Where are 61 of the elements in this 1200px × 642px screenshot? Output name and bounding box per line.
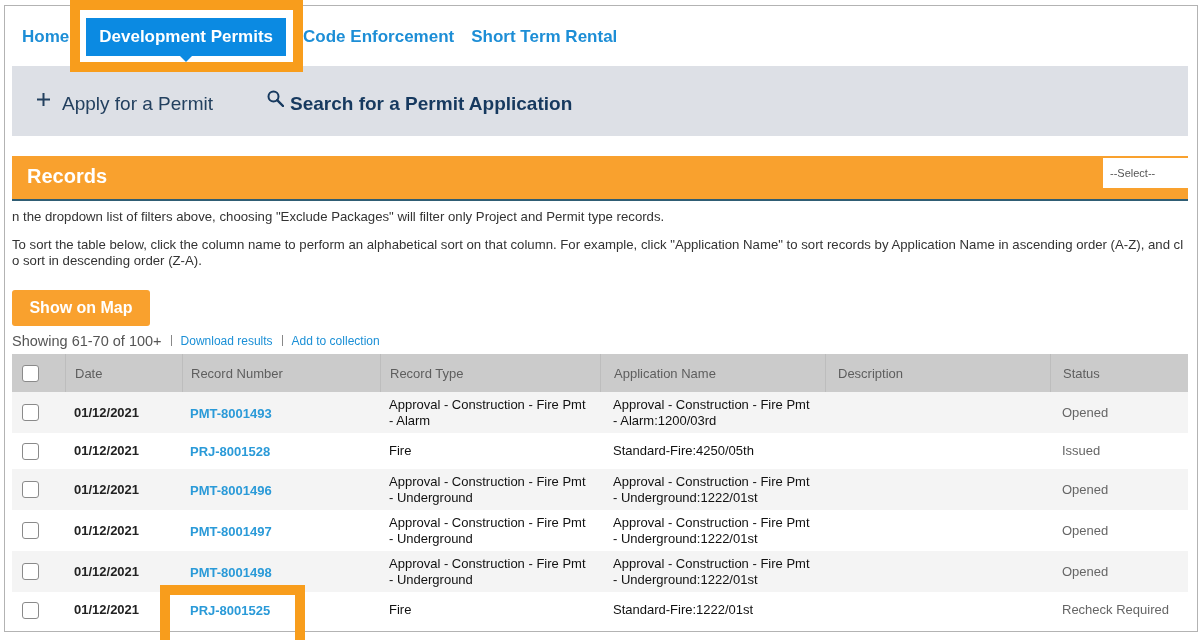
record-number-link[interactable]: PMT-8001497 (190, 523, 272, 539)
nav-tab[interactable]: Development Permits (86, 18, 287, 56)
row-checkbox[interactable] (22, 522, 39, 539)
application-name-cell-text: Approval - Construction - Fire Pmt - Underground:1222/01st (613, 515, 811, 546)
column-header[interactable]: Status (1063, 365, 1100, 381)
record-number-link[interactable]: PMT-8001496 (190, 482, 272, 498)
instruction-text: o sort in descending order (Z-A). (12, 253, 202, 269)
status-cell: Opened (1062, 563, 1109, 580)
record-type-cell: Fire (389, 443, 412, 459)
record-type-cell-text: Approval - Construction - Fire Pmt - Underground (389, 474, 587, 505)
record-type-cell-text: Approval - Construction - Fire Pmt - Alarm (389, 397, 587, 428)
date-cell: 01/12/2021 (74, 602, 140, 618)
results-count-text: Showing 61-70 of 100+ (12, 332, 162, 349)
show-on-map-button[interactable]: Show on Map (12, 290, 150, 326)
application-name-cell-text: Approval - Construction - Fire Pmt - Underground:1222/01st (613, 556, 811, 587)
record-type-cell-text: Approval - Construction - Fire Pmt - Underground (389, 515, 587, 546)
column-header[interactable]: Description (838, 365, 904, 381)
nav-tab[interactable]: Short Term Rental (471, 18, 618, 56)
row-checkbox[interactable] (22, 481, 39, 498)
application-name-cell-text: Approval - Construction - Fire Pmt - Underground:1222/01st (613, 474, 811, 505)
record-type-cell: Fire (389, 602, 412, 618)
record-number-link[interactable]: PMT-8001498 (190, 564, 272, 580)
search-icon (267, 89, 284, 107)
application-name-cell-text: Approval - Construction - Fire Pmt - Alarm:1200/03rd (613, 397, 811, 428)
instruction-text: To sort the table below, click the column name to perform an alphabetical sort on that column. For example, click "Application Name" to sort records by Application Name in ascending order (A-Z), and cl (12, 237, 1184, 253)
nav-tab[interactable]: Home (22, 18, 70, 56)
status-cell: Opened (1062, 522, 1109, 539)
row-checkbox[interactable] (22, 563, 39, 580)
date-cell: 01/12/2021 (74, 481, 140, 498)
column-header[interactable]: Date (75, 365, 103, 381)
instruction-text: n the dropdown list of filters above, choosing "Exclude Packages" will filter only Project and Permit type records. (12, 209, 665, 225)
row-checkbox[interactable] (22, 404, 39, 421)
select-all-checkbox[interactable] (22, 364, 39, 382)
column-header[interactable]: Record Type (390, 365, 464, 381)
nav-tab[interactable]: Code Enforcement (303, 18, 455, 56)
record-type-cell-text: Approval - Construction - Fire Pmt - Underground (389, 556, 587, 587)
plus-icon (37, 92, 50, 106)
date-cell: 01/12/2021 (74, 443, 140, 459)
filter-select[interactable]: --Select-- (1103, 158, 1188, 188)
record-number-link[interactable]: PMT-8001493 (190, 405, 272, 421)
row-checkbox[interactable] (22, 442, 39, 460)
record-number-link[interactable]: PRJ-8001528 (190, 444, 271, 460)
application-name-cell: Standard-Fire:4250/05th (613, 443, 754, 459)
status-cell: Issued (1062, 443, 1101, 459)
apply-link[interactable]: Apply for a Permit (37, 87, 213, 115)
column-header[interactable]: Application Name (614, 365, 716, 381)
date-cell: 01/12/2021 (74, 404, 140, 421)
date-cell: 01/12/2021 (74, 563, 140, 580)
record-number-link[interactable]: PRJ-8001525 (190, 603, 271, 619)
status-cell: Opened (1062, 404, 1109, 421)
status-cell: Opened (1062, 481, 1109, 498)
search-link[interactable]: Search for a Permit Application (267, 87, 573, 115)
results-link[interactable]: Download results (180, 333, 273, 348)
status-cell: Recheck Required (1062, 602, 1169, 618)
application-name-cell: Standard-Fire:1222/01st (613, 602, 754, 618)
column-header[interactable]: Record Number (191, 365, 283, 381)
results-link[interactable]: Add to collection (291, 333, 380, 348)
tab-pointer-icon (180, 56, 193, 62)
date-cell: 01/12/2021 (74, 522, 140, 539)
records-title: Records (27, 164, 108, 189)
row-checkbox[interactable] (22, 601, 39, 619)
